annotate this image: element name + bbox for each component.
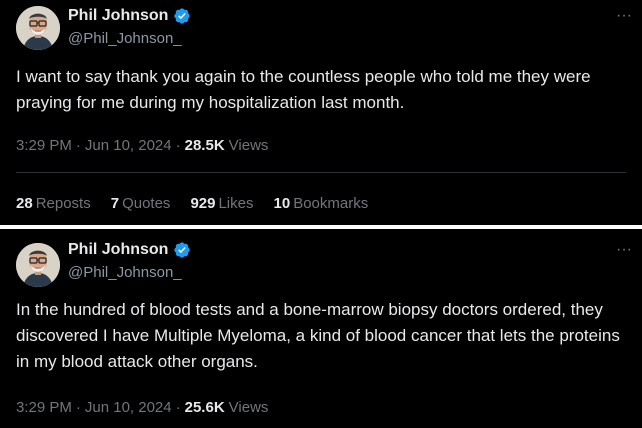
stat-count: 28 <box>16 195 33 212</box>
avatar-image <box>16 243 60 287</box>
stat-label: Bookmarks <box>293 195 369 212</box>
meta-separator: · <box>75 137 81 154</box>
author-name-row[interactable]: Phil Johnson <box>68 241 191 259</box>
stat-quotes[interactable]: 7 Quotes <box>111 195 171 212</box>
author-name-row[interactable]: Phil Johnson <box>68 7 191 25</box>
tweet-meta: 3:29 PM · Jun 10, 2024 · 25.6K Views <box>16 399 268 416</box>
stat-count: 929 <box>190 195 216 212</box>
stat-label: Likes <box>218 195 254 212</box>
stat-count: 10 <box>273 195 291 212</box>
stat-label: Reposts <box>35 195 91 212</box>
more-options-icon[interactable]: ··· <box>616 8 632 24</box>
views-count: 28.5K <box>184 137 225 154</box>
author-handle[interactable]: @Phil_Johnson_ <box>68 30 182 47</box>
tweet-text: In the hundred of blood tests and a bone… <box>16 300 620 371</box>
tweet-meta: 3:29 PM · Jun 10, 2024 · 28.5K Views <box>16 137 268 154</box>
stat-bookmarks[interactable]: 10 Bookmarks <box>274 195 369 212</box>
meta-separator: · <box>75 399 81 416</box>
views-count: 25.6K <box>184 399 225 416</box>
author-handle[interactable]: @Phil_Johnson_ <box>68 264 182 281</box>
avatar[interactable] <box>16 243 60 287</box>
author-name[interactable]: Phil Johnson <box>68 7 168 25</box>
engagement-stats: 28 Reposts 7 Quotes 929 Likes 10 Bookmarks <box>16 195 368 212</box>
tweet-card[interactable]: Phil Johnson @Phil_Johnson_ ··· I want t… <box>0 0 642 225</box>
stat-label: Quotes <box>122 195 171 212</box>
divider <box>16 172 626 173</box>
tweet-date[interactable]: Jun 10, 2024 <box>85 399 172 416</box>
tweet-time[interactable]: 3:29 PM <box>16 399 72 416</box>
stat-count: 7 <box>110 195 120 212</box>
views-label: Views <box>228 137 269 154</box>
verified-badge-icon <box>174 242 191 258</box>
author-name[interactable]: Phil Johnson <box>68 241 168 259</box>
views-label: Views <box>228 399 269 416</box>
tweet-date[interactable]: Jun 10, 2024 <box>85 137 172 154</box>
stat-reposts[interactable]: 28 Reposts <box>16 195 91 212</box>
tweet-time[interactable]: 3:29 PM <box>16 137 72 154</box>
verified-badge-icon <box>174 8 191 24</box>
meta-separator: · <box>175 137 181 154</box>
tweet-card[interactable]: Phil Johnson @Phil_Johnson_ ··· In the h… <box>0 229 642 428</box>
avatar[interactable] <box>16 6 60 50</box>
tweet-text: I want to say thank you again to the cou… <box>16 67 591 112</box>
more-options-icon[interactable]: ··· <box>616 242 632 258</box>
meta-separator: · <box>175 399 181 416</box>
avatar-image <box>16 6 60 50</box>
stat-likes[interactable]: 929 Likes <box>190 195 253 212</box>
